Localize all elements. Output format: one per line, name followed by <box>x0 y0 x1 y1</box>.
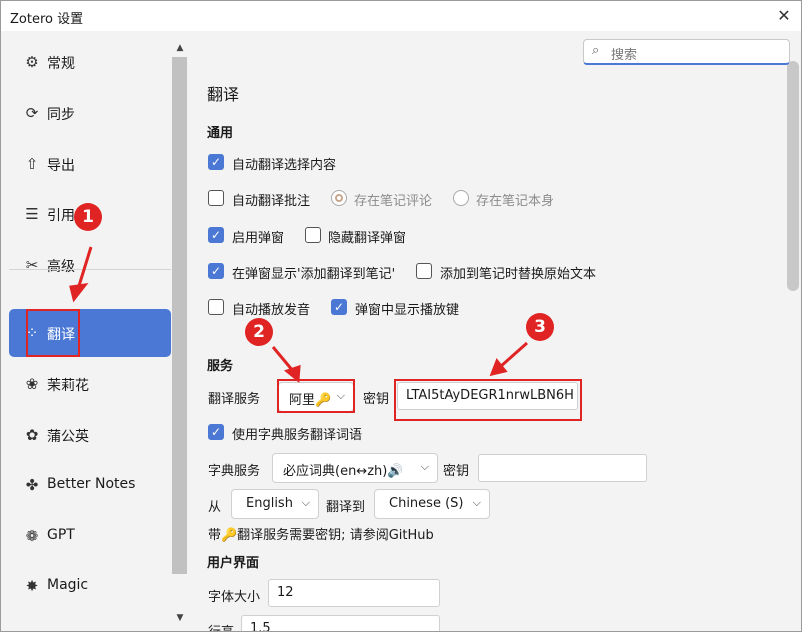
preferences-window: Zotero 设置 ✕ ⚙ 常规 ⟳ 同步 ⇧ 导出 ☰ 引用 ✂ 高级 ⁘ 翻… <box>0 0 802 632</box>
annotation-arrows <box>69 246 528 383</box>
annotation-arrow-1 <box>69 246 93 303</box>
annotation-arrow-2 <box>271 346 301 383</box>
annotation-arrow-3 <box>489 341 528 377</box>
